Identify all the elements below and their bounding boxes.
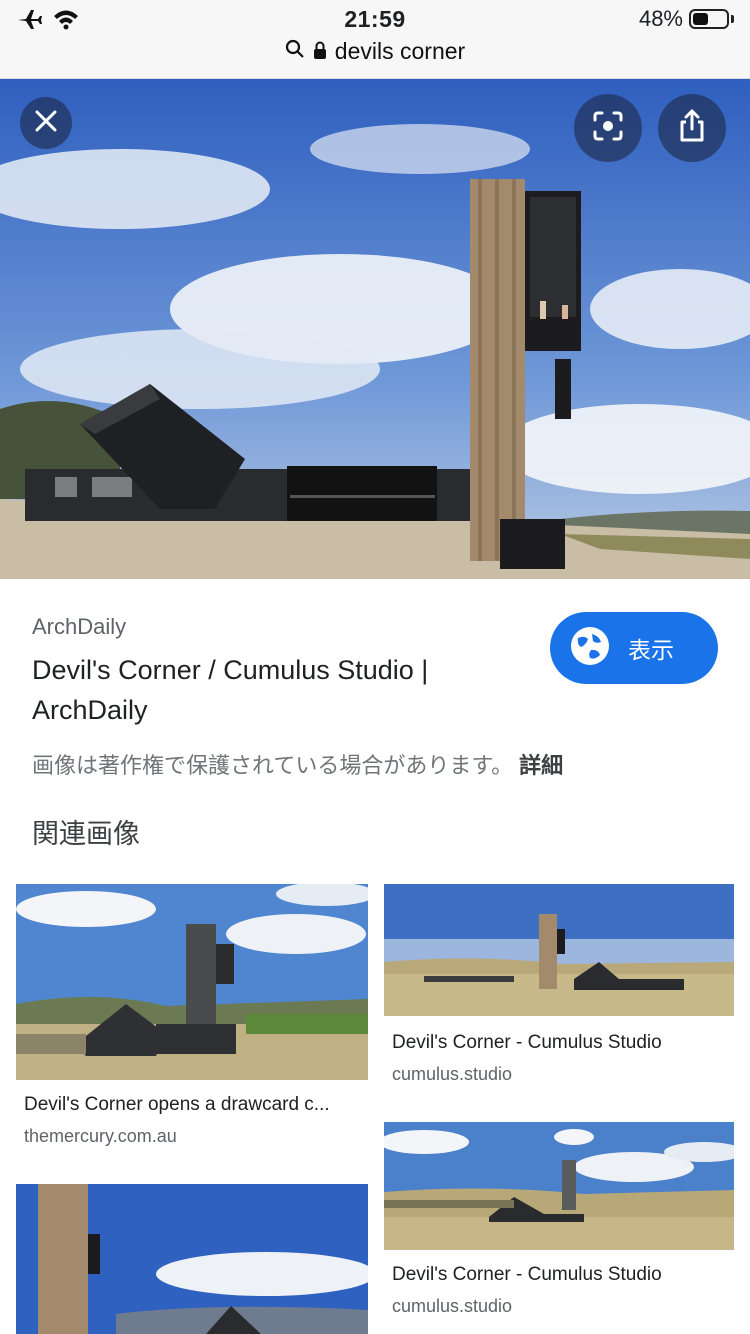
battery-icon <box>689 9 729 29</box>
status-battery: 48% <box>639 6 734 32</box>
result-title[interactable]: Devil's Corner / Cumulus Studio | ArchDa… <box>32 650 502 730</box>
related-item-3-domain: cumulus.studio <box>392 1296 513 1316</box>
search-icon <box>285 38 305 65</box>
related-item-1-title[interactable]: Devil's Corner opens a drawcard c... <box>24 1094 354 1116</box>
status-time: 21:59 <box>344 6 406 32</box>
copyright-text: 画像は著作権で保護されている場合があります。 <box>32 753 514 778</box>
lens-button[interactable] <box>574 94 642 162</box>
result-source: ArchDaily <box>32 614 127 639</box>
battery-percent: 48% <box>638 6 683 31</box>
visit-button-label: 表示 <box>628 637 674 663</box>
close-icon <box>34 109 58 138</box>
visit-button[interactable]: 表示 <box>550 612 718 684</box>
battery-level <box>693 13 708 25</box>
copyright-notice: 画像は著作権で保護されている場合があります。 詳細 <box>32 748 563 780</box>
related-image-3[interactable] <box>384 1122 734 1250</box>
share-button[interactable] <box>658 94 726 162</box>
related-item-1-domain: themercury.com.au <box>24 1126 177 1146</box>
hero-image[interactable] <box>0 79 750 579</box>
related-item-2-title[interactable]: Devil's Corner - Cumulus Studio <box>392 1032 722 1054</box>
url-bar[interactable]: devils corner <box>0 38 750 65</box>
url-query: devils corner <box>334 38 466 64</box>
related-image-4[interactable] <box>16 1184 368 1334</box>
related-image-1[interactable] <box>16 884 368 1080</box>
related-item-2-domain: cumulus.studio <box>392 1064 513 1084</box>
lens-icon <box>593 111 623 146</box>
related-heading: 関連画像 <box>32 819 140 849</box>
lock-icon <box>313 38 327 65</box>
globe-icon <box>570 626 610 671</box>
related-item-3-title[interactable]: Devil's Corner - Cumulus Studio <box>392 1264 722 1286</box>
close-button[interactable] <box>20 97 72 149</box>
browser-top-bar: 21:59 48% devils corner <box>0 0 750 79</box>
details-link[interactable]: 詳細 <box>519 753 563 778</box>
share-icon <box>677 109 707 148</box>
related-image-2[interactable] <box>384 884 734 1016</box>
